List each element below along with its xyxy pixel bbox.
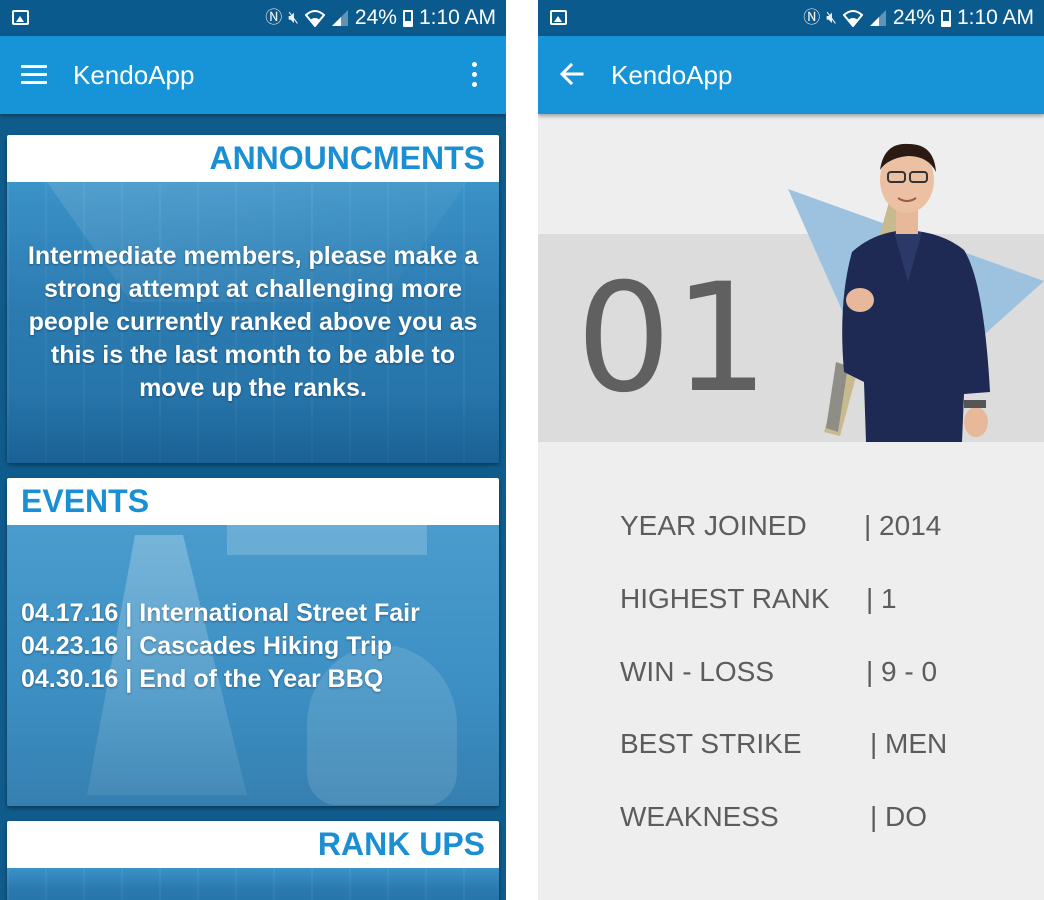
profile-screen: Ⓝ 🔇︎ 24% 1:10 AM KendoApp 01 YEAR JOINED… xyxy=(538,0,1044,900)
wifi-icon xyxy=(842,10,863,27)
announcement-text: Intermediate members, please make a stro… xyxy=(27,242,479,402)
screenshot-canvas: Ⓝ 🔇︎ 24% 1:10 AM KendoApp ANNOUNCMENTS I… xyxy=(0,0,1044,900)
app-bar: KendoApp xyxy=(0,36,506,114)
menu-icon[interactable] xyxy=(21,65,47,85)
battery-icon xyxy=(402,9,413,27)
stat-label: WEAKNESS xyxy=(620,801,779,832)
stat-label: HIGHEST RANK xyxy=(620,583,830,614)
rank-ups-card[interactable]: RANK UPS xyxy=(7,821,499,900)
stat-value: | 1 xyxy=(866,583,897,614)
stat-value: | MEN xyxy=(870,728,948,759)
announcements-card[interactable]: ANNOUNCMENTS Intermediate members, pleas… xyxy=(7,135,499,463)
events-header: EVENTS xyxy=(7,478,499,525)
app-bar: KendoApp xyxy=(538,36,1044,114)
announcements-header: ANNOUNCMENTS xyxy=(7,135,499,182)
clock: 1:10 AM xyxy=(418,6,496,29)
stat-label: WIN - LOSS xyxy=(620,656,775,687)
rank-ups-body xyxy=(7,868,499,900)
status-bar: Ⓝ 🔇︎ 24% 1:10 AM xyxy=(538,0,1044,36)
signal-icon xyxy=(869,10,886,26)
stat-label: BEST STRIKE xyxy=(620,728,802,759)
image-notification-icon xyxy=(550,10,567,25)
stat-best-strike: BEST STRIKE | MEN xyxy=(620,724,1020,764)
image-notification-icon xyxy=(12,10,29,25)
announcements-body: Intermediate members, please make a stro… xyxy=(7,182,499,463)
stat-value: | 2014 xyxy=(864,510,942,541)
status-icons: Ⓝ 🔇︎ 24% 1:10 AM xyxy=(265,6,496,30)
clock: 1:10 AM xyxy=(956,6,1034,29)
events-list: 04.17.16 | International Street Fair 04.… xyxy=(21,597,420,696)
stat-value: | DO xyxy=(870,801,928,832)
stat-year-joined: YEAR JOINED | 2014 xyxy=(620,506,1020,546)
events-board-decor xyxy=(227,525,427,555)
member-photo xyxy=(824,143,990,442)
mute-icon: 🔇︎ xyxy=(826,8,837,27)
rank-number: 01 xyxy=(576,252,771,426)
events-body: 04.17.16 | International Street Fair 04.… xyxy=(7,525,499,806)
status-bar: Ⓝ 🔇︎ 24% 1:10 AM xyxy=(0,0,506,36)
battery-percent: 24% xyxy=(892,6,935,29)
rank-ups-background-image xyxy=(7,868,499,900)
battery-percent: 24% xyxy=(354,6,397,29)
stat-value: | 9 - 0 xyxy=(866,656,938,687)
overflow-menu-icon[interactable] xyxy=(472,62,478,88)
stat-label: YEAR JOINED xyxy=(620,510,807,541)
event-item[interactable]: 04.23.16 | Cascades Hiking Trip xyxy=(21,630,420,663)
event-item[interactable]: 04.30.16 | End of the Year BBQ xyxy=(21,663,420,696)
back-arrow-icon[interactable] xyxy=(558,60,586,88)
app-title: KendoApp xyxy=(73,60,195,90)
event-item[interactable]: 04.17.16 | International Street Fair xyxy=(21,597,420,630)
battery-icon xyxy=(940,9,951,27)
app-title: KendoApp xyxy=(611,60,733,90)
nfc-icon: Ⓝ xyxy=(803,8,821,27)
signal-icon xyxy=(331,10,348,26)
wifi-icon xyxy=(304,10,325,27)
nfc-icon: Ⓝ xyxy=(265,8,283,27)
profile-hero: 01 xyxy=(538,114,1044,444)
rank-ups-header: RANK UPS xyxy=(7,821,499,868)
stat-weakness: WEAKNESS | DO xyxy=(620,797,1020,837)
home-screen: Ⓝ 🔇︎ 24% 1:10 AM KendoApp ANNOUNCMENTS I… xyxy=(0,0,506,900)
mute-icon: 🔇︎ xyxy=(288,8,299,27)
stat-highest-rank: HIGHEST RANK | 1 xyxy=(620,579,1020,619)
stat-win-loss: WIN - LOSS | 9 - 0 xyxy=(620,652,1020,692)
events-card[interactable]: EVENTS 04.17.16 | International Street F… xyxy=(7,478,499,806)
status-icons: Ⓝ 🔇︎ 24% 1:10 AM xyxy=(803,6,1034,30)
